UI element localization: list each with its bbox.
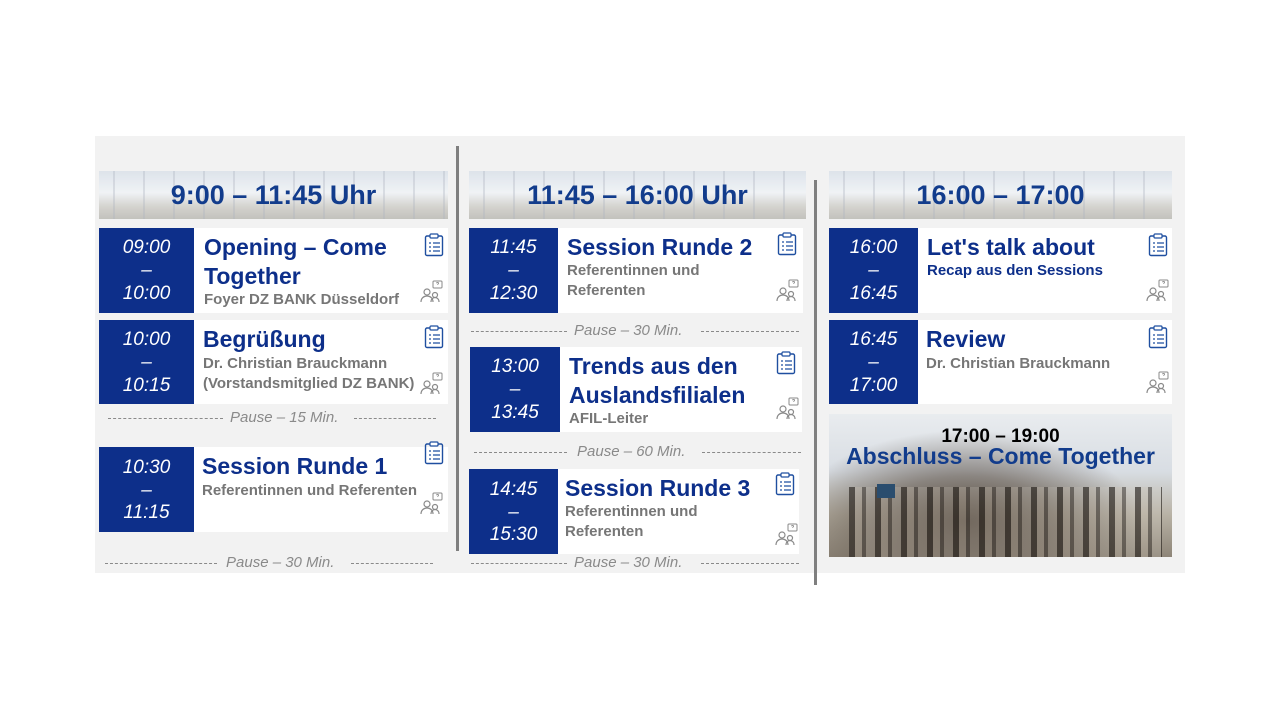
session-title: Let's talk about <box>927 234 1095 260</box>
session-time-block: 09:00 – 10:00 <box>99 228 194 313</box>
session-subtitle: Referentinnen und <box>565 503 698 520</box>
session-start-time: 13:00 <box>491 356 539 377</box>
time-dash: – <box>141 260 152 281</box>
session-start-time: 16:00 <box>849 237 898 258</box>
pause-separator: Pause – 30 Min. <box>471 553 799 573</box>
session-title: Trends aus den <box>569 353 738 379</box>
session-card[interactable]: 10:00 – 10:15 Begrüßung Dr. Christian Br… <box>99 320 448 404</box>
session-title: Session Runde 1 <box>202 453 388 479</box>
people-question-icon[interactable] <box>419 492 443 516</box>
session-end-time: 15:30 <box>489 524 538 545</box>
session-end-time: 10:00 <box>122 283 171 304</box>
clipboard-icon[interactable] <box>424 441 444 465</box>
session-title: Begrüßung <box>203 326 326 352</box>
clipboard-icon[interactable] <box>1148 325 1168 349</box>
session-end-time: 11:15 <box>123 502 170 523</box>
time-dash: – <box>868 352 879 373</box>
session-end-time: 12:30 <box>489 283 538 304</box>
pause-separator: Pause – 30 Min. <box>105 553 433 573</box>
session-subtitle: Referentinnen und Referenten <box>202 482 418 499</box>
column-header-midday: 11:45 – 16:00 Uhr <box>469 171 806 219</box>
session-end-time: 10:15 <box>122 375 171 396</box>
closing-event-photo: 17:00 – 19:00 Abschluss – Come Together <box>829 414 1172 557</box>
clipboard-icon[interactable] <box>775 472 795 496</box>
people-question-icon[interactable] <box>1145 371 1169 395</box>
session-subtitle: Foyer DZ BANK Düsseldorf <box>204 291 400 308</box>
time-dash: – <box>508 260 519 281</box>
pause-separator: Pause – 15 Min. <box>108 408 438 428</box>
time-dash: – <box>868 260 879 281</box>
time-dash: – <box>141 480 152 501</box>
column-header-afternoon: 16:00 – 17:00 <box>829 171 1172 219</box>
session-card[interactable]: 10:30 – 11:15 Session Runde 1 Referentin… <box>99 441 448 532</box>
session-start-time: 16:45 <box>849 329 898 350</box>
pause-label: Pause – 15 Min. <box>230 409 339 426</box>
column-header-morning: 9:00 – 11:45 Uhr <box>99 171 448 219</box>
session-subtitle: Dr. Christian Brauckmann <box>926 355 1111 372</box>
session-time-block: 13:00 – 13:45 <box>470 347 560 432</box>
time-dash: – <box>141 352 152 373</box>
session-title: Session Runde 3 <box>565 475 751 501</box>
session-card[interactable]: 09:00 – 10:00 Opening – Come Together Fo… <box>99 228 448 313</box>
pause-label: Pause – 30 Min. <box>574 322 683 339</box>
clipboard-icon[interactable] <box>777 232 797 256</box>
pause-separator: Pause – 60 Min. <box>474 442 801 462</box>
session-subtitle: Recap aus den Sessions <box>927 262 1103 279</box>
session-title-line2: Together <box>204 263 301 289</box>
pause-label: Pause – 30 Min. <box>574 554 683 571</box>
session-time-block: 16:00 – 16:45 <box>829 228 918 313</box>
session-time-block: 14:45 – 15:30 <box>469 469 558 554</box>
clipboard-icon[interactable] <box>424 325 444 349</box>
session-time-block: 11:45 – 12:30 <box>469 228 558 313</box>
people-question-icon[interactable] <box>1145 279 1169 303</box>
session-time-block: 10:30 – 11:15 <box>99 447 194 532</box>
people-question-icon[interactable] <box>419 280 443 304</box>
session-time-block: 10:00 – 10:15 <box>99 320 194 404</box>
session-time-block: 16:45 – 17:00 <box>829 320 918 404</box>
session-title: Opening – Come <box>204 234 387 260</box>
people-question-icon[interactable] <box>774 523 798 547</box>
clipboard-icon[interactable] <box>776 351 796 375</box>
pause-separator: Pause – 30 Min. <box>471 321 799 341</box>
pause-label: Pause – 30 Min. <box>226 554 335 571</box>
session-subtitle: Referentinnen und <box>567 262 700 279</box>
clipboard-icon[interactable] <box>424 233 444 257</box>
session-card[interactable]: 16:00 – 16:45 Let's talk about Recap aus… <box>829 228 1172 313</box>
crowd-image <box>849 487 1162 557</box>
session-title-line2: Auslandsfilialen <box>569 382 746 408</box>
session-start-time: 10:30 <box>122 457 171 478</box>
closing-title: Abschluss – Come Together <box>846 443 1155 469</box>
session-subtitle: AFIL-Leiter <box>569 410 649 427</box>
column-header-title: 11:45 – 16:00 Uhr <box>527 180 748 210</box>
session-start-time: 14:45 <box>489 479 538 500</box>
session-start-time: 10:00 <box>122 329 171 350</box>
clipboard-icon[interactable] <box>1148 233 1168 257</box>
session-subtitle: Dr. Christian Brauckmann <box>203 355 388 372</box>
session-card[interactable]: 13:00 – 13:45 Trends aus den Auslandsfil… <box>470 347 802 432</box>
column-divider <box>456 146 459 551</box>
column-header-title: 9:00 – 11:45 Uhr <box>170 180 377 210</box>
people-question-icon[interactable] <box>775 397 799 421</box>
session-subtitle-line2: (Vorstandsmitglied DZ BANK) <box>203 375 415 392</box>
session-card[interactable]: 11:45 – 12:30 Session Runde 2 Referentin… <box>469 228 803 313</box>
session-start-time: 09:00 <box>122 237 171 258</box>
session-title: Session Runde 2 <box>567 234 753 260</box>
session-subtitle-line2: Referenten <box>565 523 644 540</box>
people-question-icon[interactable] <box>419 372 443 396</box>
session-card[interactable]: 14:45 – 15:30 Session Runde 3 Referentin… <box>469 469 799 554</box>
time-dash: – <box>509 379 521 400</box>
people-question-icon[interactable] <box>775 279 799 303</box>
column-header-title: 16:00 – 17:00 <box>916 180 1085 210</box>
column-divider <box>814 180 817 585</box>
display-screen-image <box>877 484 895 498</box>
pause-label: Pause – 60 Min. <box>577 443 686 460</box>
session-end-time: 17:00 <box>849 375 898 396</box>
session-start-time: 11:45 <box>490 237 537 258</box>
session-end-time: 13:45 <box>491 402 539 423</box>
session-subtitle-line2: Referenten <box>567 282 646 299</box>
session-card[interactable]: 16:45 – 17:00 Review Dr. Christian Brauc… <box>829 320 1172 404</box>
time-dash: – <box>508 502 519 523</box>
session-title: Review <box>926 326 1006 352</box>
session-end-time: 16:45 <box>849 283 898 304</box>
